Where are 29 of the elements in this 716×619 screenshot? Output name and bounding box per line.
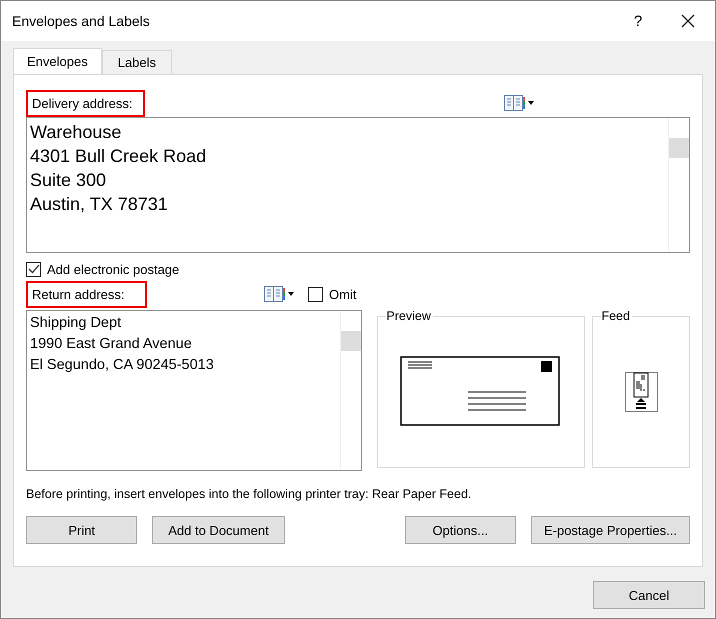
- field-label: Return address:: [26, 280, 147, 308]
- window-title: Envelopes and Labels: [12, 13, 151, 29]
- field-label: Delivery address:: [26, 90, 145, 116]
- checkbox[interactable]: [308, 286, 323, 302]
- dialog-button[interactable]: Print: [26, 516, 138, 544]
- group-label: Preview: [386, 309, 433, 323]
- help-button[interactable]: ?: [623, 12, 653, 30]
- tab[interactable]: Envelopes: [13, 48, 102, 74]
- dialog-button[interactable]: E-postage Properties...: [530, 516, 690, 544]
- cancel-button[interactable]: Cancel: [593, 581, 705, 609]
- checkbox-label: Add electronic postage: [47, 262, 180, 276]
- dialog-button[interactable]: Options...: [404, 516, 516, 544]
- scrollbar[interactable]: [340, 311, 362, 470]
- checkbox[interactable]: [26, 262, 41, 276]
- delivery-address-field[interactable]: Warehouse 4301 Bull Creek Road Suite 300 Austin, TX 78731: [26, 117, 690, 253]
- address-book-icon[interactable]: [264, 286, 294, 302]
- printer-tray-note: Before printing, insert envelopes into the following printer tray: Rear Paper Feed.: [26, 487, 472, 501]
- close-icon: [681, 14, 695, 28]
- return-address-field[interactable]: Shipping Dept 1990 East Grand Avenue El Segundo, CA 90245-5013: [26, 310, 362, 471]
- group-label: Feed: [601, 309, 632, 323]
- envelope-feed-icon: [624, 372, 658, 412]
- checkbox-label: Omit: [329, 286, 356, 302]
- scrollbar[interactable]: [668, 118, 689, 252]
- dialog-button[interactable]: Add to Document: [152, 516, 285, 544]
- tab[interactable]: Labels: [102, 50, 172, 74]
- address-text: Warehouse 4301 Bull Creek Road Suite 300 Austin, TX 78731: [29, 121, 208, 216]
- check-icon: [28, 264, 40, 274]
- address-text: Shipping Dept 1990 East Grand Avenue El Segundo, CA 90245-5013: [29, 314, 215, 375]
- address-book-icon[interactable]: [504, 95, 534, 111]
